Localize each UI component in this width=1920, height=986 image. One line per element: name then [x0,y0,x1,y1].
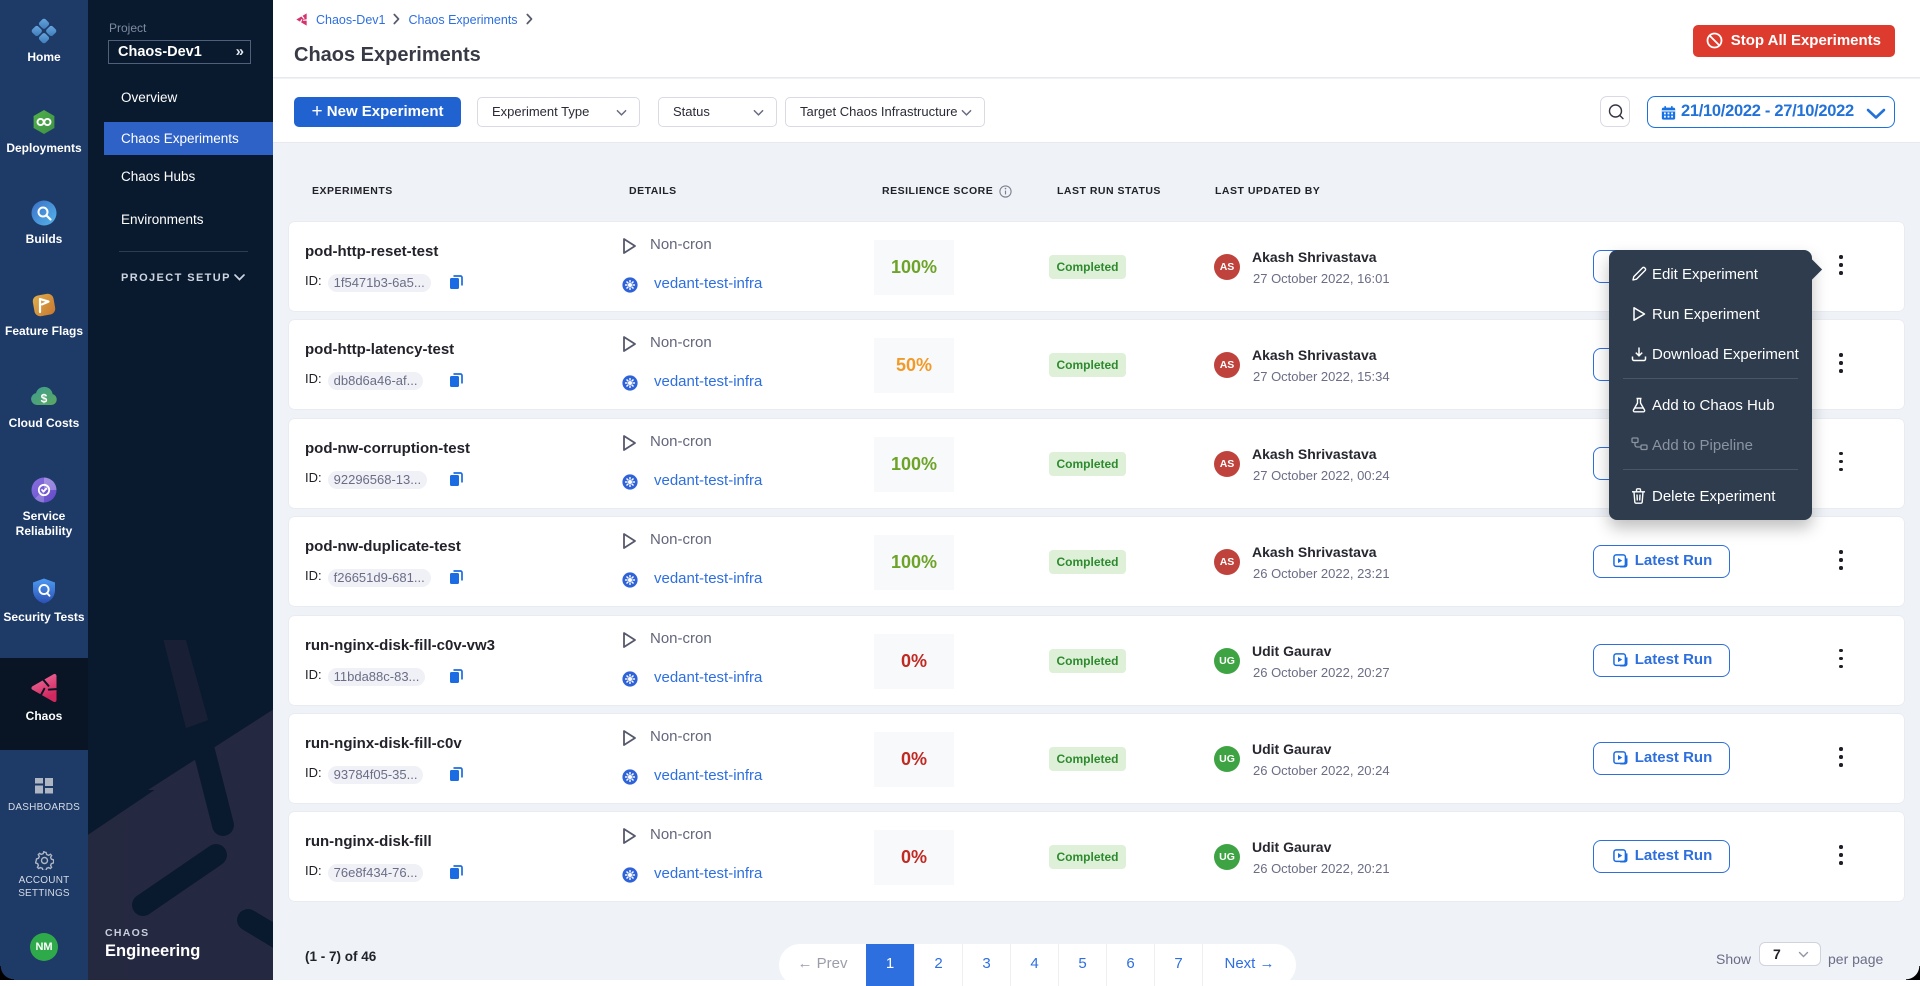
svg-text:$: $ [41,392,48,406]
